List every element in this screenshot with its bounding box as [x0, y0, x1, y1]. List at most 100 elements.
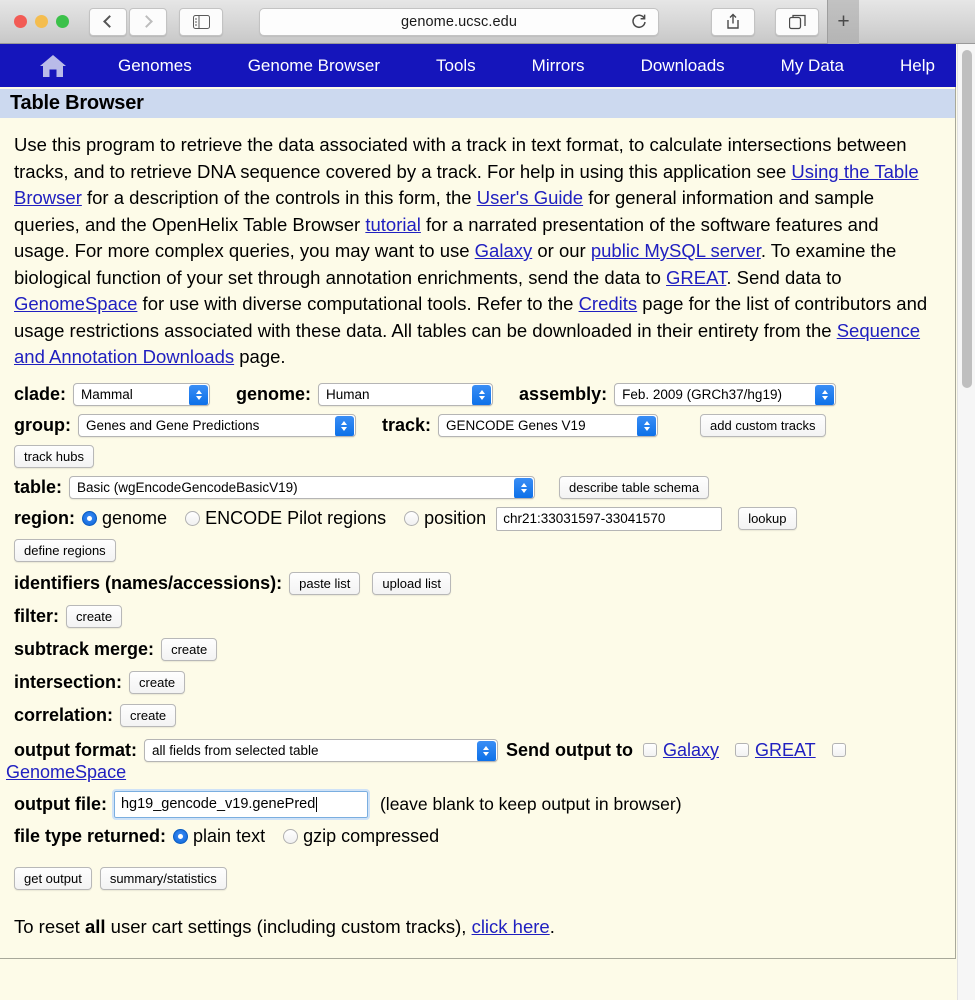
assembly-select[interactable]: Feb. 2009 (GRCh37/hg19): [614, 382, 837, 406]
toolbar-right-buttons: [701, 7, 819, 36]
reset-note-suffix: .: [549, 915, 555, 937]
scrollbar-thumb[interactable]: [962, 50, 972, 388]
page-scrollbar[interactable]: [957, 44, 975, 1000]
row-define-regions: define regions: [14, 538, 941, 562]
clade-select[interactable]: Mammal: [73, 382, 211, 406]
row-file-type-returned: file type returned: plain text gzip comp…: [14, 826, 941, 847]
filter-label: filter:: [14, 605, 59, 626]
send-to-galaxy-checkbox[interactable]: [642, 743, 657, 757]
back-button[interactable]: [89, 7, 127, 36]
page-body: Genomes Genome Browser Tools Mirrors Dow…: [0, 44, 975, 1000]
minimize-window-button[interactable]: [35, 15, 48, 28]
link-tutorial[interactable]: tutorial: [365, 214, 421, 235]
intersection-label: intersection:: [14, 671, 123, 692]
file-type-gzip-label: gzip compressed: [303, 825, 440, 846]
track-select[interactable]: GENCODE Genes V19: [438, 413, 659, 437]
identifiers-label: identifiers (names/accessions):: [14, 572, 283, 593]
output-file-input[interactable]: hg19_gencode_v19.genePred: [111, 788, 370, 820]
nav-item-genome-browser[interactable]: Genome Browser: [248, 56, 380, 76]
add-custom-tracks-button[interactable]: add custom tracks: [700, 413, 826, 437]
correlation-create-button[interactable]: create: [120, 703, 177, 727]
link-public-mysql-server[interactable]: public MySQL server: [591, 240, 761, 261]
file-type-gzip-radio[interactable]: [283, 828, 299, 844]
track-hubs-button[interactable]: track hubs: [14, 444, 94, 468]
assembly-value: Feb. 2009 (GRCh37/hg19): [622, 386, 782, 402]
share-button[interactable]: [711, 7, 755, 36]
show-tabs-icon: [788, 14, 806, 29]
link-genomespace[interactable]: GenomeSpace: [14, 293, 137, 314]
position-input[interactable]: chr21:33031597-33041570: [496, 506, 723, 531]
send-to-genomespace-checkbox[interactable]: [831, 743, 846, 757]
sidebar-toggle-button[interactable]: [179, 7, 223, 36]
genome-select[interactable]: Human: [318, 382, 494, 406]
send-to-galaxy-link[interactable]: Galaxy: [663, 740, 719, 761]
summary-statistics-button[interactable]: summary/statistics: [99, 866, 227, 890]
describe-table-schema-button[interactable]: describe table schema: [559, 475, 710, 499]
row-identifiers: identifiers (names/accessions): paste li…: [14, 571, 941, 595]
intersection-create-button[interactable]: create: [129, 670, 186, 694]
forward-chevron-icon: [140, 15, 153, 28]
region-radio-encode-pilot[interactable]: [185, 511, 201, 526]
subtrack-merge-create-button[interactable]: create: [161, 637, 218, 661]
send-to-great-link[interactable]: GREAT: [755, 740, 816, 761]
nav-item-help[interactable]: Help: [900, 56, 935, 76]
forward-button[interactable]: [129, 7, 167, 36]
content-container: Genomes Genome Browser Tools Mirrors Dow…: [0, 44, 956, 959]
intro-paragraph: Use this program to retrieve the data as…: [0, 118, 955, 375]
region-radio-position[interactable]: [404, 511, 420, 526]
link-galaxy[interactable]: Galaxy: [475, 240, 533, 261]
file-type-plain-text-radio[interactable]: [173, 828, 189, 844]
group-select[interactable]: Genes and Gene Predictions: [77, 413, 356, 437]
nav-item-tools[interactable]: Tools: [436, 56, 476, 76]
filter-create-button[interactable]: create: [66, 604, 123, 628]
table-select[interactable]: Basic (wgEncodeGencodeBasicV19): [69, 475, 536, 499]
link-credits[interactable]: Credits: [579, 293, 638, 314]
upload-list-button[interactable]: upload list: [372, 571, 451, 595]
intro-text-10: page.: [234, 346, 286, 367]
table-label: table:: [14, 476, 63, 497]
reload-button[interactable]: [630, 13, 648, 36]
chevron-updown-icon: [334, 415, 354, 436]
reset-note-bold: all: [84, 915, 106, 937]
assembly-label: assembly:: [519, 383, 608, 404]
output-format-select[interactable]: all fields from selected table: [143, 738, 498, 762]
new-tab-button[interactable]: +: [827, 0, 859, 44]
share-icon: [727, 13, 739, 29]
nav-item-my-data[interactable]: My Data: [781, 56, 844, 76]
paste-list-button[interactable]: paste list: [289, 571, 361, 595]
region-radio-genome[interactable]: [82, 511, 97, 526]
get-output-button[interactable]: get output: [14, 866, 92, 890]
lookup-button[interactable]: lookup: [738, 507, 797, 530]
region-option-encode-pilot-label: ENCODE Pilot regions: [205, 508, 387, 528]
row-table: table: Basic (wgEncodeGencodeBasicV19) d…: [14, 475, 941, 499]
home-button[interactable]: [38, 53, 68, 79]
chevron-updown-icon: [189, 384, 209, 405]
nav-item-downloads[interactable]: Downloads: [641, 56, 725, 76]
send-to-great-checkbox[interactable]: [734, 743, 749, 757]
reset-note-prefix: To reset: [14, 915, 85, 937]
file-type-plain-text-label: plain text: [193, 825, 266, 846]
nav-item-genomes[interactable]: Genomes: [118, 56, 192, 76]
region-label: region:: [14, 508, 75, 528]
show-tabs-button[interactable]: [775, 7, 819, 36]
define-regions-button[interactable]: define regions: [14, 538, 116, 562]
link-users-guide[interactable]: User's Guide: [477, 187, 583, 208]
reload-icon: [632, 14, 646, 28]
region-option-genome-label: genome: [102, 508, 168, 528]
reset-cart-link[interactable]: click here: [472, 916, 550, 937]
nav-item-mirrors[interactable]: Mirrors: [532, 56, 585, 76]
maximize-window-button[interactable]: [56, 15, 69, 28]
address-bar[interactable]: genome.ucsc.edu: [259, 7, 659, 36]
link-great[interactable]: GREAT: [666, 267, 726, 288]
form-action-buttons: get output summary/statistics: [14, 866, 941, 890]
url-text: genome.ucsc.edu: [401, 13, 517, 30]
output-format-value: all fields from selected table: [151, 742, 319, 758]
reset-cart-note: To reset all user cart settings (includi…: [14, 916, 941, 958]
send-to-genomespace-link[interactable]: GenomeSpace: [6, 762, 126, 783]
window-controls: [0, 15, 69, 28]
close-window-button[interactable]: [14, 15, 27, 28]
row-filter: filter: create: [14, 604, 941, 628]
row-region: region: genome ENCODE Pilot regions posi…: [14, 506, 941, 531]
clade-label: clade:: [14, 383, 67, 404]
row-output-format: output format: all fields from selected …: [6, 738, 941, 783]
